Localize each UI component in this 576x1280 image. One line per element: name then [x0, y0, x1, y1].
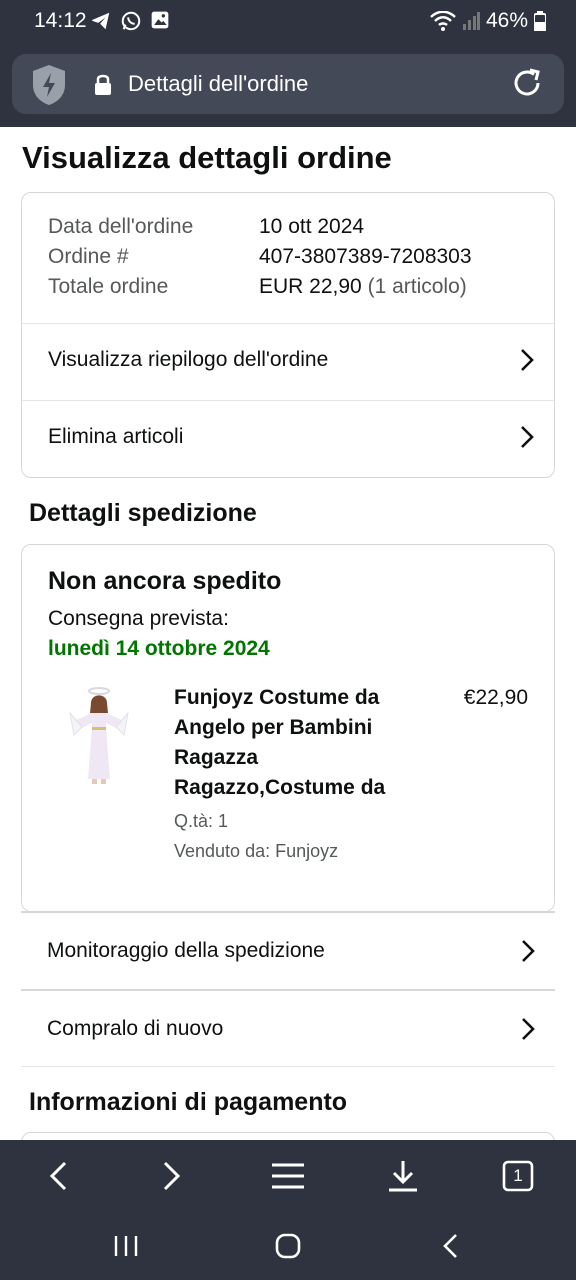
track-shipment-link[interactable]: Monitoraggio della spedizione — [21, 913, 555, 989]
lock-icon — [95, 74, 111, 95]
menu-button[interactable] — [268, 1156, 308, 1196]
chevron-right-icon — [521, 349, 534, 371]
page-title: Visualizza dettagli ordine — [22, 140, 392, 175]
delivery-label: Consegna prevista: — [48, 607, 229, 630]
status-time: 14:12 — [34, 9, 87, 32]
home-button[interactable] — [268, 1230, 308, 1262]
recents-icon — [114, 1236, 138, 1256]
gallery-icon — [151, 11, 169, 29]
product-image[interactable] — [62, 683, 136, 787]
delete-items-label: Elimina articoli — [48, 425, 184, 448]
order-date-value: 10 ott 2024 — [259, 215, 365, 238]
order-number-label: Ordine # — [48, 245, 129, 268]
order-summary-card: Data dell'ordine 10 ott 2024 Ordine # 40… — [21, 192, 555, 478]
address-bar[interactable]: Dettagli dell'ordine — [12, 54, 564, 114]
payment-heading: Informazioni di pagamento — [29, 1088, 348, 1116]
chevron-right-icon — [522, 1018, 535, 1040]
shipment-status: Non ancora spedito — [48, 567, 282, 595]
product-price: €22,90 — [463, 686, 528, 709]
forward-icon — [163, 1161, 181, 1191]
order-number-value: 407-3807389-7208303 — [259, 245, 472, 268]
track-shipment-label: Monitoraggio della spedizione — [47, 939, 325, 962]
order-item-count: (1 articolo) — [367, 275, 467, 298]
product-seller: Venduto da: Funjoyz — [174, 841, 339, 861]
recents-button[interactable] — [106, 1230, 146, 1262]
shipment-card: Non ancora spedito Consegna prevista: lu… — [21, 544, 555, 912]
product-title[interactable]: Funjoyz Costume da Angelo per Bambini Ra… — [174, 683, 434, 803]
buy-again-label: Compralo di nuovo — [47, 1017, 224, 1040]
back-icon — [49, 1161, 67, 1191]
order-total-label: Totale ordine — [48, 275, 169, 298]
system-nav-bar — [0, 1212, 576, 1280]
reload-icon[interactable] — [510, 66, 544, 100]
telegram-icon — [91, 12, 110, 30]
order-date-label: Data dell'ordine — [48, 215, 194, 238]
browser-toolbar: Dettagli dell'ordine — [0, 44, 576, 127]
page-url-title: Dettagli dell'ordine — [128, 71, 309, 96]
battery-icon — [534, 11, 546, 31]
battery-percent: 46% — [485, 9, 528, 32]
system-back-button[interactable] — [430, 1230, 470, 1262]
chevron-right-icon — [521, 426, 534, 448]
home-icon — [275, 1233, 301, 1259]
back-button[interactable] — [38, 1156, 78, 1196]
menu-icon — [272, 1163, 304, 1189]
payment-card — [21, 1132, 555, 1140]
delivery-date: lunedì 14 ottobre 2024 — [48, 637, 270, 660]
tabs-button[interactable]: 1 — [498, 1156, 538, 1196]
forward-button[interactable] — [152, 1156, 192, 1196]
signal-icon — [462, 12, 480, 30]
download-icon — [389, 1161, 417, 1192]
order-total-value: EUR 22,90 — [259, 275, 362, 298]
buy-again-link[interactable]: Compralo di nuovo — [21, 991, 555, 1067]
chevron-right-icon — [522, 940, 535, 962]
system-back-icon — [443, 1234, 457, 1258]
downloads-button[interactable] — [383, 1156, 423, 1196]
shipping-heading: Dettagli spedizione — [29, 499, 257, 527]
whatsapp-icon — [121, 11, 141, 31]
status-bar: 14:12 46% — [0, 0, 576, 44]
tab-count: 1 — [513, 1166, 523, 1185]
product-quantity: Q.tà: 1 — [174, 811, 229, 831]
browser-bottom-bar: 1 — [0, 1140, 576, 1212]
wifi-icon — [430, 11, 456, 31]
shield-icon[interactable] — [30, 63, 68, 107]
view-order-summary-label: Visualizza riepilogo dell'ordine — [48, 348, 329, 371]
view-order-summary-link[interactable]: Visualizza riepilogo dell'ordine — [22, 324, 554, 400]
page-content: Visualizza dettagli ordine Data dell'ord… — [0, 127, 576, 1140]
delete-items-link[interactable]: Elimina articoli — [22, 401, 554, 477]
